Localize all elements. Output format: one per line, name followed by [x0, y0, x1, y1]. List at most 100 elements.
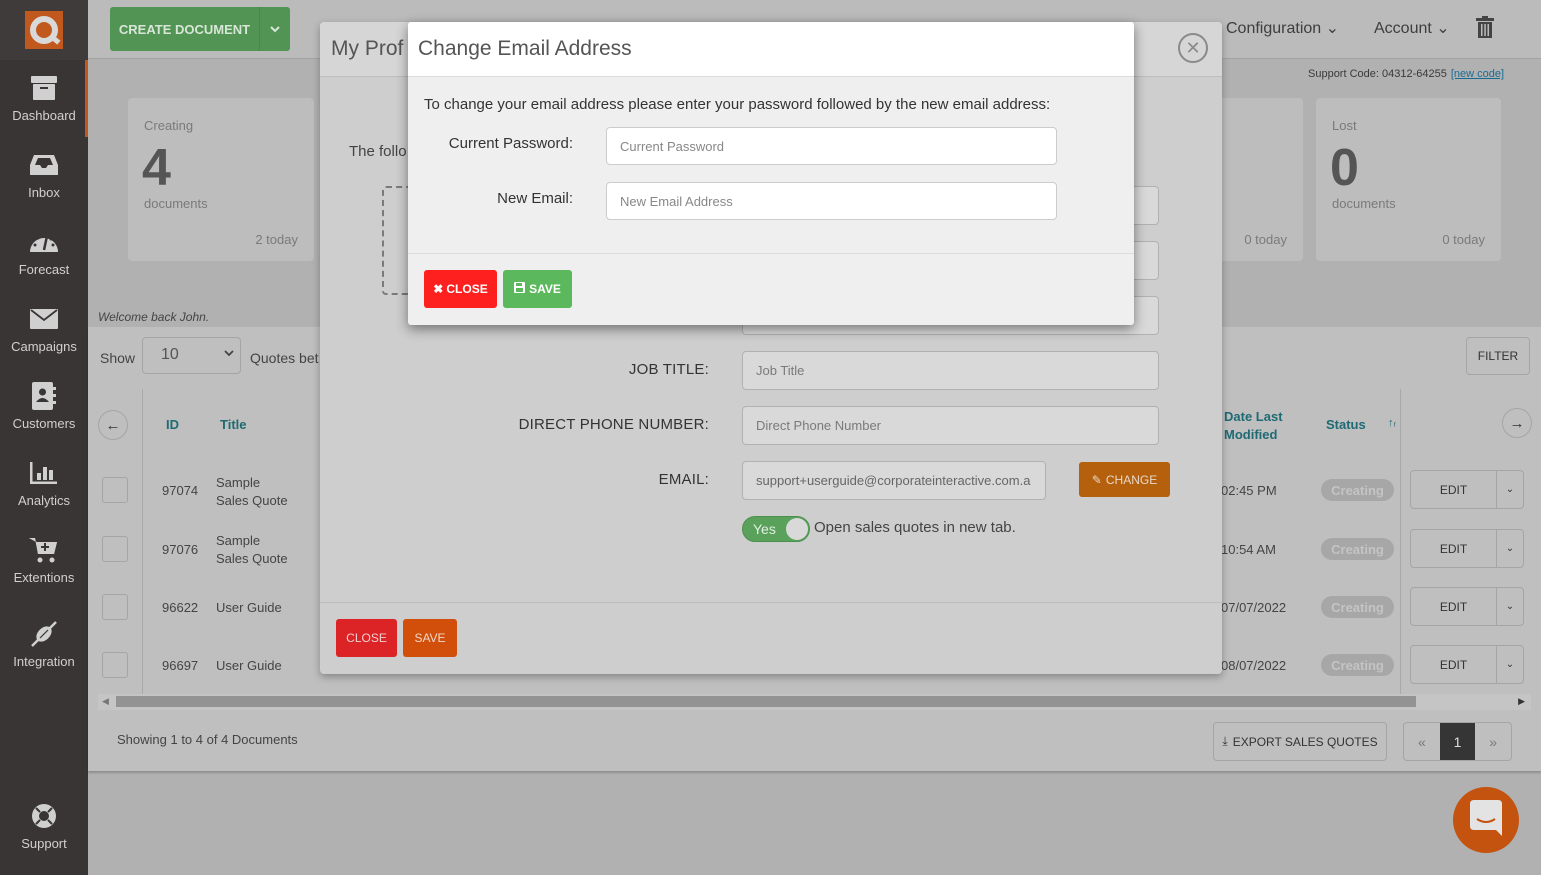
chevron-down-icon[interactable]: ⌄	[1497, 471, 1523, 508]
new-email-label: New Email:	[497, 190, 573, 207]
edit-button-group: EDIT ⌄	[1410, 470, 1524, 509]
stat-card-creating[interactable]: Creating 4 documents 2 today	[128, 98, 314, 261]
scrollbar-thumb[interactable]	[116, 696, 1416, 707]
profile-save-button[interactable]: SAVE	[403, 619, 457, 657]
row-checkbox[interactable]	[102, 594, 128, 620]
configuration-menu[interactable]: Configuration ⌄	[1226, 18, 1339, 38]
plug-icon	[29, 620, 59, 648]
row-modified: 10:54 AM	[1221, 542, 1276, 557]
sidebar-item-customers[interactable]: Customers	[0, 368, 88, 445]
create-document-button[interactable]: CREATE DOCUMENT	[110, 7, 290, 51]
logo-icon	[25, 11, 63, 49]
close-icon[interactable]: ✕	[1178, 33, 1208, 63]
edit-button[interactable]: EDIT	[1411, 588, 1497, 625]
sidebar-item-analytics[interactable]: Analytics	[0, 445, 88, 522]
edit-button[interactable]: EDIT	[1411, 530, 1497, 567]
chat-launcher-button[interactable]	[1453, 787, 1519, 853]
row-checkbox[interactable]	[102, 477, 128, 503]
scroll-right-button[interactable]: →	[1502, 408, 1532, 438]
sidebar-item-label: Campaigns	[11, 339, 77, 354]
sidebar-item-label: Integration	[13, 653, 75, 669]
arrow-left-icon: ←	[105, 416, 121, 434]
next-page-button[interactable]: »	[1475, 723, 1511, 760]
sidebar-item-label: Customers	[12, 416, 76, 431]
toggle-state: Yes	[753, 521, 776, 537]
sidebar-item-inbox[interactable]: Inbox	[0, 137, 88, 214]
sidebar-item-extentions[interactable]: Extentions	[0, 522, 88, 599]
filter-button[interactable]: FILTER	[1466, 337, 1530, 375]
card-title: Lost	[1332, 118, 1357, 133]
export-sales-quotes-button[interactable]: ⤓ EXPORT SALES QUOTES	[1213, 722, 1387, 761]
stat-card-lost[interactable]: Lost 0 documents 0 today	[1316, 98, 1501, 261]
row-id: 96622	[162, 600, 199, 615]
change-email-button[interactable]: ✎ CHANGE	[1079, 462, 1170, 497]
horizontal-scrollbar[interactable]: ◀ ▶	[98, 694, 1531, 710]
direct-phone-label: DIRECT PHONE NUMBER:	[518, 416, 709, 433]
sidebar-item-campaigns[interactable]: Campaigns	[0, 291, 88, 368]
sidebar-item-label: Analytics	[17, 493, 71, 508]
scroll-left-button[interactable]: ←	[98, 410, 128, 440]
trash-icon[interactable]	[1476, 16, 1494, 43]
chevron-down-icon[interactable]	[260, 7, 290, 51]
card-unit: documents	[144, 196, 208, 211]
row-title[interactable]: Sample Sales Quote	[216, 474, 288, 510]
row-checkbox[interactable]	[102, 652, 128, 678]
chevron-down-icon[interactable]: ⌄	[1497, 588, 1523, 625]
change-email-modal: Change Email Address To change your emai…	[408, 22, 1134, 325]
job-title-label: JOB TITLE:	[628, 361, 709, 378]
speedometer-icon	[29, 228, 59, 256]
previous-page-button[interactable]: «	[1404, 723, 1440, 760]
close-button[interactable]: ✖ CLOSE	[424, 270, 497, 308]
modal-title: My Prof	[331, 37, 404, 60]
sidebar-item-support[interactable]: Support	[0, 788, 88, 865]
address-book-icon	[29, 382, 59, 410]
open-in-new-tab-toggle[interactable]: Yes	[742, 516, 810, 542]
page-size-select[interactable]: 10	[142, 337, 241, 374]
column-header-date-modified[interactable]: Date Last Modified	[1224, 408, 1283, 444]
direct-phone-input[interactable]: Direct Phone Number	[742, 406, 1159, 445]
floppy-disk-icon	[514, 282, 526, 296]
sidebar-item-dashboard[interactable]: Dashboard	[0, 60, 88, 137]
card-today: 0 today	[1442, 232, 1485, 247]
card-count: 4	[142, 139, 171, 197]
welcome-message: Welcome back John.	[98, 310, 210, 324]
edit-button[interactable]: EDIT	[1411, 646, 1497, 683]
email-label: EMAIL:	[658, 471, 709, 488]
card-title: Creating	[144, 118, 194, 133]
current-password-input[interactable]	[606, 127, 1057, 165]
save-button[interactable]: SAVE	[503, 270, 572, 308]
current-page-button[interactable]: 1	[1439, 723, 1476, 760]
pencil-icon: ✎	[1091, 472, 1102, 487]
scroll-right-arrow-icon[interactable]: ▶	[1518, 696, 1525, 707]
column-header-status[interactable]: Status	[1326, 417, 1366, 432]
job-title-input[interactable]: Job Title	[742, 351, 1159, 390]
row-title[interactable]: User Guide	[216, 600, 282, 615]
create-document-label: CREATE DOCUMENT	[110, 7, 260, 51]
toggle-label: Open sales quotes in new tab.	[814, 519, 1016, 536]
sidebar-item-integration[interactable]: Integration	[0, 599, 88, 689]
email-input[interactable]: support+userguide@corporateinteractive.c…	[742, 461, 1046, 500]
chevron-down-icon	[224, 346, 234, 360]
sort-alpha-icon[interactable]: ↑ᵣ	[1388, 417, 1396, 429]
pagination: « 1 »	[1403, 722, 1512, 761]
row-title[interactable]: Sample Sales Quote	[216, 532, 288, 568]
chevron-down-icon[interactable]: ⌄	[1497, 646, 1523, 683]
sidebar-item-forecast[interactable]: Forecast	[0, 214, 88, 291]
sidebar-item-label: Inbox	[28, 185, 60, 200]
sidebar-item-label: Dashboard	[12, 108, 76, 123]
account-menu[interactable]: Account ⌄	[1374, 18, 1450, 38]
modal-description: To change your email address please ente…	[424, 96, 1051, 113]
chevron-down-icon[interactable]: ⌄	[1497, 530, 1523, 567]
row-checkbox[interactable]	[102, 536, 128, 562]
profile-close-button[interactable]: CLOSE	[336, 619, 397, 657]
logo[interactable]	[0, 0, 88, 60]
edit-button[interactable]: EDIT	[1411, 471, 1497, 508]
change-label: CHANGE	[1105, 472, 1158, 487]
scroll-left-arrow-icon[interactable]: ◀	[102, 696, 109, 707]
column-header-id[interactable]: ID	[166, 417, 179, 432]
new-code-link[interactable]: [new code]	[1451, 68, 1504, 80]
support-code-label: Support Code: 04312-64255	[1308, 68, 1447, 80]
new-email-input[interactable]	[606, 182, 1057, 220]
column-header-title[interactable]: Title	[220, 417, 247, 432]
row-title[interactable]: User Guide	[216, 658, 282, 673]
